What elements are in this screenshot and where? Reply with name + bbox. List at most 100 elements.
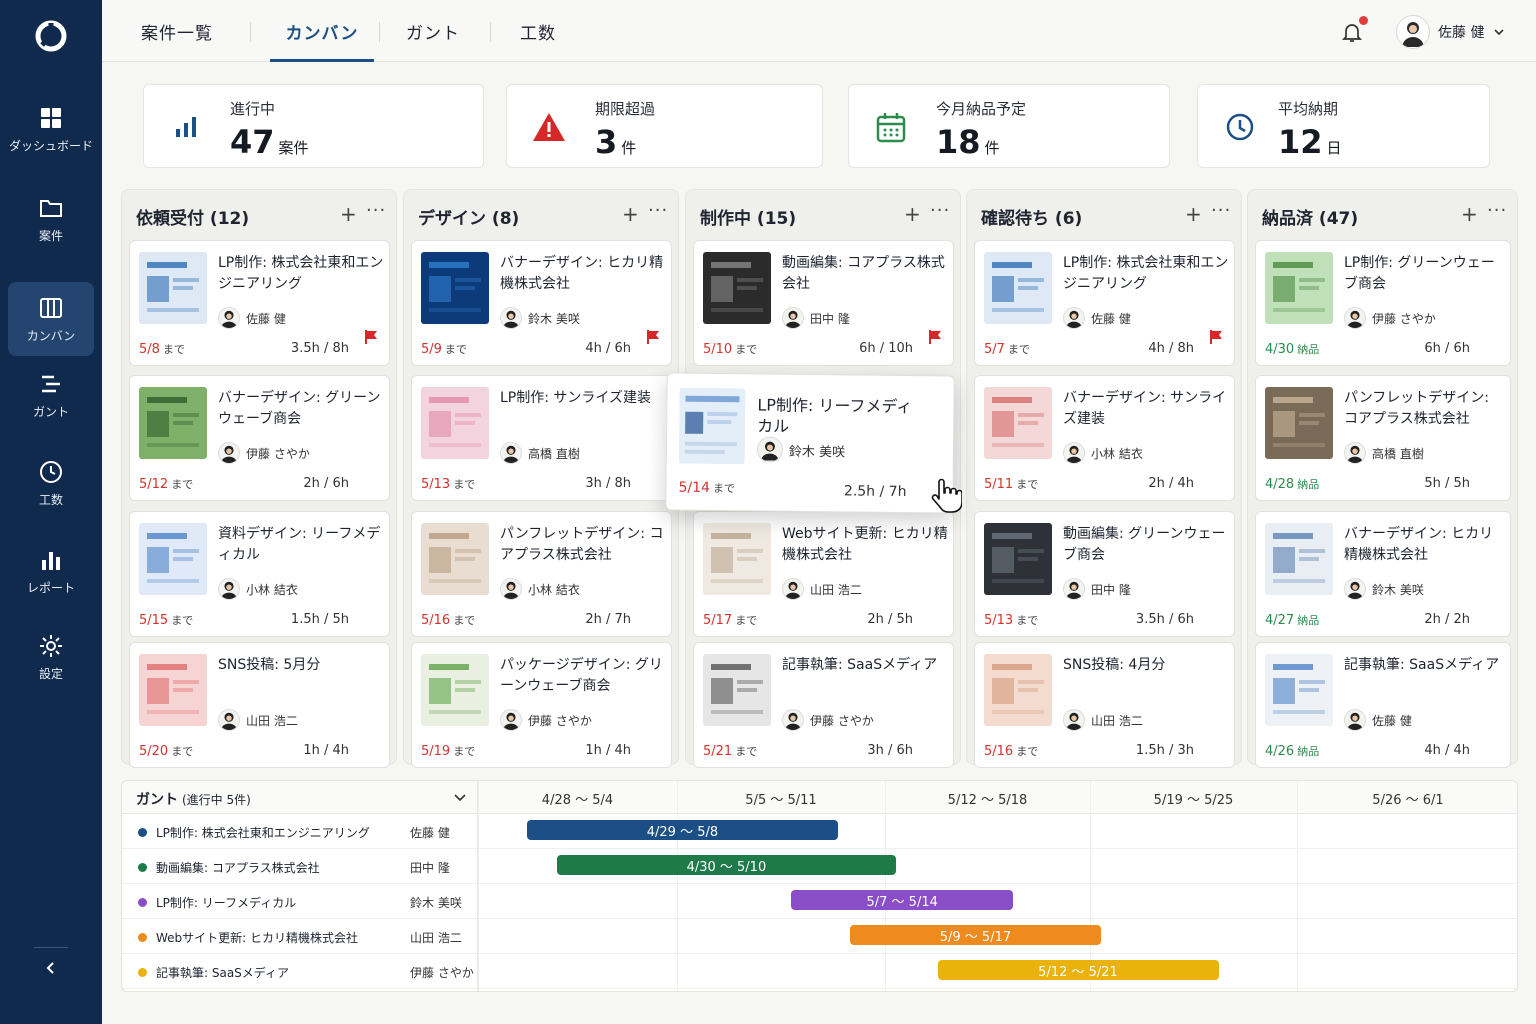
sidebar-item-gantt[interactable]: ガント — [8, 358, 94, 432]
kanban-card[interactable]: パッケージデザイン: グリーンウェーブ商会 伊藤 さやか 5/19 まで 1h /… — [411, 642, 672, 768]
kanban-card[interactable]: LP制作: 株式会社東和エンジニアリング 佐藤 健 5/7 まで 4h / 8h — [974, 240, 1235, 366]
card-title: バナーデザイン: ヒカリ精機株式会社 — [500, 255, 664, 292]
kanban-card[interactable]: パンフレットデザイン: コアプラス株式会社 小林 結衣 5/16 まで 2h / … — [411, 511, 672, 637]
gantt-week-label: 5/12 〜 5/18 — [947, 793, 1028, 808]
avatar — [1344, 709, 1366, 731]
add-card-button[interactable]: + — [1185, 202, 1202, 226]
column-menu-button[interactable]: ··· — [1487, 200, 1507, 221]
avatar — [782, 307, 804, 329]
assignee-name: 鈴木 美咲 — [788, 444, 846, 460]
kanban-card[interactable]: バナーデザイン: ヒカリ精機株式会社 鈴木 美咲 5/9 まで 4h / 6h — [411, 240, 672, 366]
sidebar-item-effort[interactable]: 工数 — [8, 446, 94, 520]
avatar — [500, 709, 522, 731]
kanban-card[interactable]: Webサイト更新: ヒカリ精機株式会社 山田 浩二 5/17 まで 2h / 5h — [693, 511, 954, 637]
person-icon — [1346, 581, 1364, 599]
sidebar-item-reports[interactable]: レポート — [8, 534, 94, 608]
gantt-bar[interactable]: 5/9 〜 5/17 — [849, 925, 1102, 945]
sidebar-item-settings[interactable]: 設定 — [8, 620, 94, 694]
column-menu-button[interactable]: ··· — [930, 200, 950, 221]
card-thumbnail — [421, 387, 489, 459]
assignee-name: 佐藤 健 — [1091, 311, 1131, 326]
kanban-card[interactable]: 記事執筆: SaaSメディア 佐藤 健 4/26 納品 4h / 4h — [1255, 642, 1511, 768]
add-card-button[interactable]: + — [1461, 202, 1478, 226]
kanban-card[interactable]: LP制作: 株式会社東和エンジニアリング 佐藤 健 5/8 まで 3.5h / 8… — [129, 240, 390, 366]
kanban-column: デザイン (8) + ··· バナーデザイン: ヒカリ精機株式会社 鈴木 美咲 … — [403, 189, 679, 768]
avatar — [1344, 307, 1366, 329]
avatar — [218, 442, 240, 464]
app-logo-icon[interactable] — [33, 18, 69, 54]
add-card-button[interactable]: + — [340, 202, 357, 226]
kanban-card[interactable]: LP制作: サンライズ建装 高橋 直樹 5/13 まで 3h / 8h — [411, 375, 672, 501]
top-bar: 案件一覧 カンバン ガント 工数 佐藤 健 — [102, 0, 1536, 62]
gantt-assignee: 佐藤 健 — [410, 826, 450, 840]
column-menu-button[interactable]: ··· — [648, 200, 668, 221]
card-title: パンフレットデザイン: コアプラス株式会社 — [500, 526, 664, 563]
card-assignee: 伊藤 さやか — [218, 442, 310, 464]
card-hours: 3h / 8h — [585, 476, 631, 491]
card-assignee: 田中 隆 — [782, 307, 850, 329]
gantt-bar[interactable]: 5/12 〜 5/21 — [937, 960, 1219, 980]
gantt-bar[interactable]: 4/30 〜 5/10 — [556, 855, 897, 875]
card-hours: 4h / 8h — [1148, 341, 1194, 356]
kanban-card[interactable]: 動画編集: コアプラス株式会社 田中 隆 5/10 まで 6h / 10h — [693, 240, 954, 366]
sidebar-item-dashboard[interactable]: ダッシュボード — [8, 92, 94, 166]
card-thumbnail — [984, 252, 1052, 324]
kanban-card[interactable]: バナーデザイン: グリーンウェーブ商会 伊藤 さやか 5/12 まで 2h / 6… — [129, 375, 390, 501]
card-title: 記事執筆: SaaSメディア — [782, 657, 938, 673]
add-card-button[interactable]: + — [622, 202, 639, 226]
kanban-card[interactable]: SNS投稿: 5月分 山田 浩二 5/20 まで 1h / 4h — [129, 642, 390, 768]
tab-effort[interactable]: 工数 — [508, 0, 568, 62]
card-title: 動画編集: グリーンウェーブ商会 — [1063, 526, 1226, 563]
sidebar-item-projects[interactable]: 案件 — [8, 182, 94, 256]
kanban-column: 依頼受付 (12) + ··· LP制作: 株式会社東和エンジニアリング 佐藤 … — [121, 189, 397, 768]
gantt-bar[interactable]: 4/29 〜 5/8 — [527, 820, 838, 840]
sidebar-item-kanban[interactable]: カンバン — [8, 282, 94, 356]
kanban-card[interactable]: パンフレットデザイン: コアプラス株式会社 高橋 直樹 4/28 納品 5h / … — [1255, 375, 1511, 501]
kanban-card[interactable]: SNS投稿: 4月分 山田 浩二 5/16 まで 1.5h / 3h — [974, 642, 1235, 768]
tab-gantt[interactable]: ガント — [398, 0, 468, 62]
card-hours: 3.5h / 6h — [1135, 612, 1194, 627]
gantt-row[interactable]: 記事執筆: SaaSメディア 伊藤 さやか 5/12 〜 5/21 — [122, 954, 1517, 989]
person-icon — [220, 712, 238, 730]
kanban-card[interactable]: LP制作: グリーンウェーブ商会 伊藤 さやか 4/30 納品 6h / 6h — [1255, 240, 1511, 366]
add-card-button[interactable]: + — [904, 202, 921, 226]
gantt-bar[interactable]: 5/7 〜 5/14 — [791, 890, 1014, 910]
assignee-name: 高橋 直樹 — [528, 446, 580, 461]
sidebar-item-label: ダッシュボード — [8, 138, 93, 153]
flag-icon — [365, 330, 377, 344]
user-menu[interactable]: 佐藤 健 — [1396, 14, 1506, 50]
card-due-date: 5/17 まで — [703, 613, 758, 628]
chevron-down-icon — [1494, 29, 1505, 36]
card-title: SNS投稿: 5月分 — [218, 657, 321, 673]
card-hours: 1h / 4h — [303, 743, 349, 758]
kanban-card[interactable]: 記事執筆: SaaSメディア 伊藤 さやか 5/21 まで 3h / 6h — [693, 642, 954, 768]
avatar — [500, 307, 522, 329]
column-title: 制作中 (15) — [700, 209, 797, 229]
kanban-card[interactable]: バナーデザイン: サンライズ建装 小林 結衣 5/11 まで 2h / 4h — [974, 375, 1235, 501]
column-menu-button[interactable]: ··· — [1211, 200, 1231, 221]
card-assignee: 小林 結衣 — [1063, 442, 1143, 464]
gantt-row[interactable]: Webサイト更新: ヒカリ精機株式会社 山田 浩二 5/9 〜 5/17 — [122, 919, 1517, 954]
kanban-card[interactable]: 資料デザイン: リーフメディカル 小林 結衣 5/15 まで 1.5h / 5h — [129, 511, 390, 637]
assignee-name: 小林 結衣 — [528, 582, 580, 597]
gantt-row[interactable]: LP制作: 株式会社東和エンジニアリング 佐藤 健 4/29 〜 5/8 — [122, 814, 1517, 849]
person-icon — [220, 581, 238, 599]
dragging-card[interactable]: LP制作: リーフメディカル 鈴木 美咲 5/14 まで 2.5h / 7h — [665, 372, 955, 514]
stat-value: 18 件 — [936, 123, 1000, 161]
gantt-row[interactable]: LP制作: リーフメディカル 鈴木 美咲 5/7 〜 5/14 — [122, 884, 1517, 919]
column-menu-button[interactable]: ··· — [366, 200, 386, 221]
card-thumbnail — [1265, 252, 1333, 324]
chevron-down-icon[interactable] — [452, 789, 468, 805]
gantt-row[interactable]: 動画編集: コアプラス株式会社 田中 隆 4/30 〜 5/10 — [122, 849, 1517, 884]
notification-badge — [1359, 16, 1368, 25]
collapse-sidebar-button[interactable] — [38, 955, 64, 981]
card-assignee: 高橋 直樹 — [1344, 442, 1424, 464]
tab-project-list[interactable]: 案件一覧 — [128, 0, 226, 62]
kanban-card[interactable]: 動画編集: グリーンウェーブ商会 田中 隆 5/13 まで 3.5h / 6h — [974, 511, 1235, 637]
gear-icon — [40, 634, 62, 657]
avatar — [500, 442, 522, 464]
person-icon — [784, 712, 802, 730]
tab-kanban[interactable]: カンバン — [270, 0, 374, 62]
kanban-card[interactable]: バナーデザイン: ヒカリ精機株式会社 鈴木 美咲 4/27 納品 2h / 2h — [1255, 511, 1511, 637]
avatar — [218, 578, 240, 600]
